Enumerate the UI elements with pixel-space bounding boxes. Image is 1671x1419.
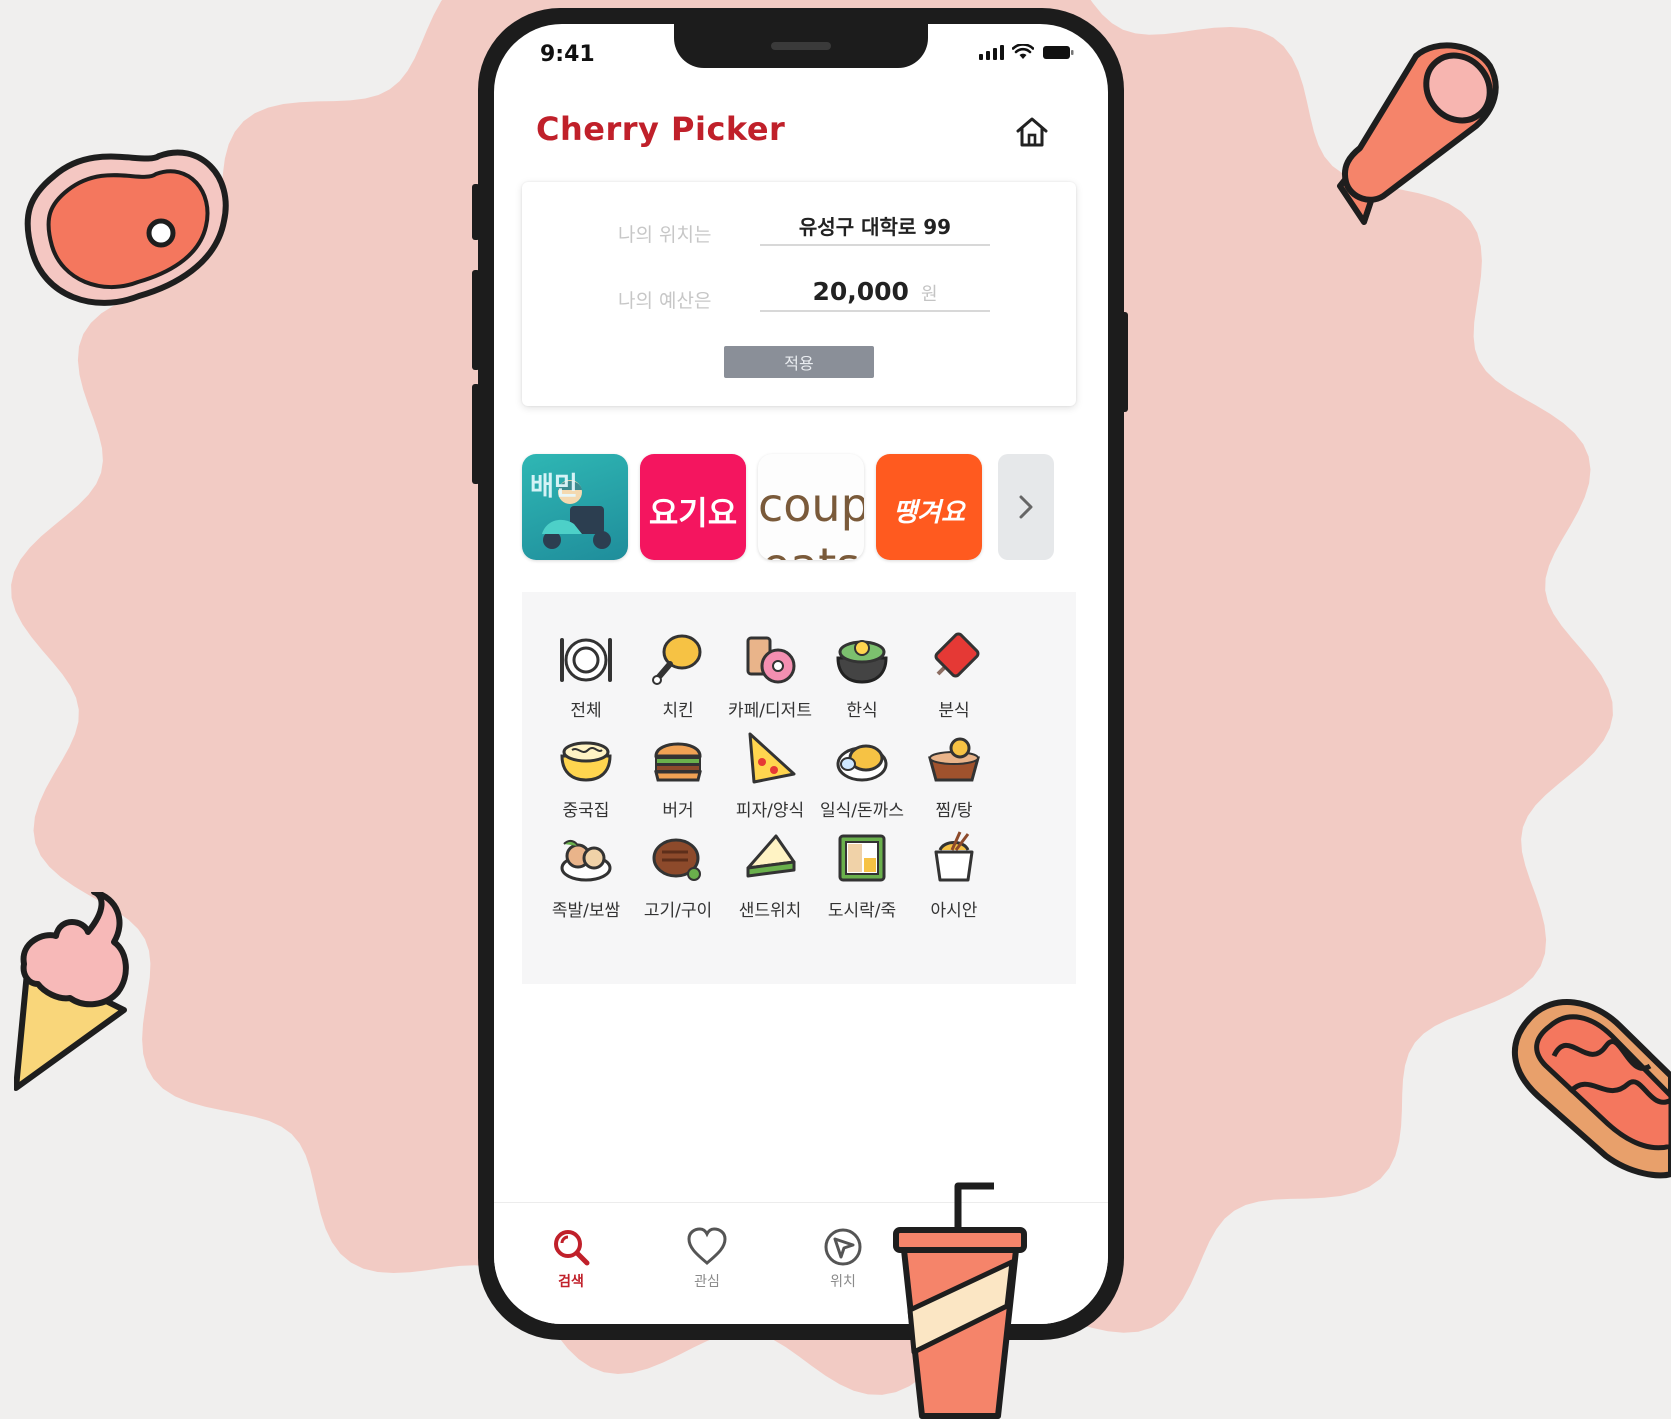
navigation-icon — [824, 1228, 862, 1266]
noodle-bowl-icon — [560, 741, 612, 782]
chevron-right-icon — [1019, 495, 1033, 519]
app-title: Cherry Picker — [536, 110, 786, 148]
category-label: 치킨 — [662, 701, 694, 721]
status-icons — [979, 44, 1074, 60]
category-item[interactable]: 도시락/죽 — [810, 828, 914, 921]
soda-cup-sticker-icon — [893, 1182, 1027, 1419]
category-label: 버거 — [662, 801, 694, 821]
tab-search-label: 검색 — [558, 1274, 584, 1290]
phone-screen: 9:41 Cherry Picker 나의 위치는 유성구 대학로 99 나의 … — [494, 24, 1108, 1324]
yogiyo-app-icon: 요기요 — [648, 494, 738, 532]
category-item[interactable]: 카페/디저트 — [718, 628, 822, 721]
steak-sticker-icon — [24, 149, 229, 306]
category-item[interactable]: 전체 — [534, 628, 638, 721]
category-item[interactable]: 찜/탕 — [902, 728, 1006, 821]
tonkatsu-icon — [836, 744, 888, 782]
steak-icon — [652, 838, 701, 881]
category-item[interactable]: 한식 — [810, 628, 914, 721]
tab-favorites[interactable]: 관심 — [662, 1225, 752, 1291]
plate-cutlery-icon — [560, 638, 612, 682]
category-label: 전체 — [570, 701, 602, 721]
notch-speaker — [771, 42, 831, 50]
apps-next-button[interactable] — [998, 454, 1054, 560]
cellular-signal-icon — [979, 45, 1004, 60]
category-label: 샌드위치 — [738, 901, 802, 921]
hotdog-sticker-icon — [1511, 999, 1671, 1179]
budget-field[interactable]: 20,000 원 — [760, 276, 990, 312]
location-value: 유성구 대학로 99 — [798, 215, 952, 239]
category-label: 피자/양식 — [735, 801, 805, 821]
chicken-leg-icon — [652, 634, 702, 685]
tab-search[interactable]: 검색 — [526, 1225, 616, 1291]
category-item[interactable]: 중국집 — [534, 728, 638, 821]
category-item[interactable]: 샌드위치 — [718, 828, 822, 921]
category-label: 도시락/죽 — [827, 901, 897, 921]
category-item[interactable]: 치킨 — [626, 628, 730, 721]
bibimbap-icon — [836, 640, 888, 684]
apply-button[interactable]: 적용 — [724, 346, 874, 378]
status-time: 9:41 — [540, 42, 595, 67]
search-icon — [554, 1230, 590, 1266]
sandwich-icon — [746, 834, 796, 878]
category-label: 일식/돈까스 — [820, 801, 904, 821]
home-icon[interactable] — [1012, 112, 1052, 152]
asian-takeout-icon — [934, 831, 974, 882]
tab-location-label: 위치 — [830, 1274, 856, 1290]
category-label: 중국집 — [562, 801, 610, 821]
heart-icon — [687, 1227, 727, 1265]
category-label: 분식 — [938, 701, 970, 721]
category-grid: 전체 치킨 카페/디저트 한식 분식중국집 버거 피자/양식 일식/돈까스 찜/탕족발/보쌈 고기… — [522, 592, 1076, 984]
category-label: 찜/탕 — [935, 801, 973, 821]
category-item[interactable]: 버거 — [626, 728, 730, 821]
category-label: 아시안 — [930, 901, 978, 921]
phone-notch — [674, 24, 928, 68]
category-item[interactable]: 일식/돈까스 — [810, 728, 914, 821]
budget-label: 나의 예산은 — [618, 290, 712, 312]
category-label: 한식 — [846, 701, 878, 721]
baemin-tile-label: 배민 — [530, 472, 578, 502]
burger-icon — [654, 742, 702, 782]
pizza-icon — [748, 732, 796, 784]
sausage-sticker-icon — [1337, 42, 1499, 225]
tab-location[interactable]: 위치 — [798, 1225, 888, 1291]
coupang-eats-app-icon: coupang eats — [758, 478, 864, 560]
category-item[interactable]: 아시안 — [902, 828, 1006, 921]
category-item[interactable]: 고기/구이 — [626, 828, 730, 921]
category-label: 카페/디저트 — [728, 701, 812, 721]
budget-unit: 원 — [920, 284, 938, 305]
category-item[interactable]: 피자/양식 — [718, 728, 822, 821]
showcase-stage: 9:41 Cherry Picker 나의 위치는 유성구 대학로 99 나의 … — [0, 0, 1671, 1419]
baemin-app-tile[interactable]: 배민 — [522, 454, 628, 560]
coupang-eats-app-tile[interactable]: coupang eats — [758, 454, 864, 560]
tab-favorites-label: 관심 — [694, 1274, 720, 1290]
coffee-donut-icon — [746, 636, 796, 684]
battery-icon — [1043, 46, 1074, 59]
ddaenggyeoyo-app-tile[interactable]: 땡겨요 — [876, 454, 982, 560]
lunchbox-icon — [838, 834, 886, 882]
location-field[interactable]: 유성구 대학로 99 — [760, 210, 990, 246]
budget-value: 20,000 — [812, 277, 909, 306]
wifi-icon — [1012, 44, 1034, 59]
stew-pot-icon — [928, 737, 980, 782]
tteokbokki-skewer-icon — [934, 632, 980, 678]
category-item[interactable]: 분식 — [902, 628, 1006, 721]
jokbal-icon — [560, 839, 612, 882]
search-settings-card: 나의 위치는 유성구 대학로 99 나의 예산은 20,000 원 적용 — [522, 182, 1076, 406]
category-item[interactable]: 족발/보쌈 — [534, 828, 638, 921]
location-label: 나의 위치는 — [618, 224, 712, 246]
ddaenggyeoyo-app-icon: 땡겨요 — [893, 498, 965, 528]
phone-frame: 9:41 Cherry Picker 나의 위치는 유성구 대학로 99 나의 … — [478, 8, 1124, 1340]
category-label: 족발/보쌈 — [551, 901, 621, 921]
ice-cream-sticker-icon — [14, 892, 129, 1091]
category-label: 고기/구이 — [643, 901, 713, 921]
yogiyo-app-tile[interactable]: 요기요 — [640, 454, 746, 560]
